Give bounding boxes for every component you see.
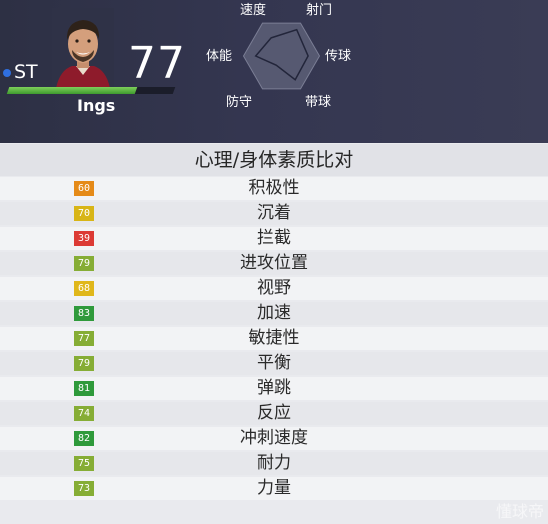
attribute-name: 拦截: [257, 228, 291, 248]
player-portrait: [52, 8, 114, 88]
attribute-list: 60 积极性 70 沉着 39 拦截 79 进攻位置 68 视野 83 加速 77 敏捷性 79 平衡 81 弹跳…: [0, 177, 548, 502]
rating-bar: [6, 87, 176, 94]
attribute-name: 进攻位置: [240, 253, 308, 273]
radar-label-passing: 传球: [325, 49, 351, 64]
attribute-row: 73 力量: [0, 477, 548, 500]
attribute-row: 70 沉着: [0, 202, 548, 225]
attribute-name: 耐力: [257, 453, 291, 473]
attribute-name: 积极性: [248, 178, 300, 198]
section-title: 心理/身体素质比对: [0, 144, 548, 176]
attribute-name: 反应: [257, 403, 291, 423]
attribute-row: 79 平衡: [0, 352, 548, 375]
attribute-name: 弹跳: [257, 378, 291, 398]
radar-label-defending: 防守: [226, 94, 252, 110]
attribute-name: 平衡: [257, 353, 291, 373]
player-position: ST: [14, 61, 38, 83]
radar-label-speed: 速度: [240, 2, 266, 18]
attribute-name: 加速: [257, 303, 291, 323]
attribute-name: 力量: [257, 478, 291, 498]
attribute-row: 81 弹跳: [0, 377, 548, 400]
attribute-name: 敏捷性: [248, 328, 300, 348]
player-name: Ings: [77, 96, 116, 115]
attribute-row: 83 加速: [0, 302, 548, 325]
attribute-row: 79 进攻位置: [0, 252, 548, 275]
attribute-row: 68 视野: [0, 277, 548, 300]
radar-label-shooting: 射门: [306, 2, 332, 18]
attribute-row: 82 冲刺速度: [0, 427, 548, 450]
attribute-row: 77 敏捷性: [0, 327, 548, 350]
attribute-row: 74 反应: [0, 402, 548, 425]
attribute-name: 沉着: [257, 203, 291, 223]
player-header: ST 77 Ings 速度 射门 传球 带球 防守 体能: [0, 0, 548, 143]
attribute-name: 冲刺速度: [240, 428, 308, 448]
rating-bar-fill: [6, 87, 138, 94]
radar-label-physical: 体能: [206, 49, 232, 64]
attribute-row: 60 积极性: [0, 177, 548, 200]
position-indicator-dot: [3, 69, 11, 77]
attribute-row: 39 拦截: [0, 227, 548, 250]
attribute-radar-chart: 速度 射门 传球 带球 防守 体能: [206, 2, 351, 110]
radar-label-dribbling: 带球: [305, 95, 331, 110]
player-overall-rating: 77: [128, 38, 186, 89]
attribute-name: 视野: [257, 278, 291, 298]
attribute-row: 75 耐力: [0, 452, 548, 475]
watermark: 懂球帝: [495, 502, 544, 521]
